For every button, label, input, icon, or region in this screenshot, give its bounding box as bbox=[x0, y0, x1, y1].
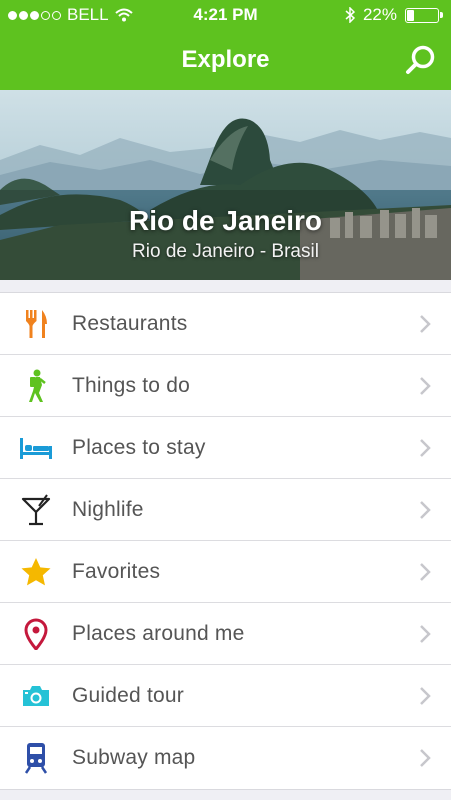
train-icon bbox=[18, 740, 54, 776]
page-title: Explore bbox=[181, 46, 270, 73]
search-icon bbox=[406, 45, 435, 74]
navigation-bar: Explore bbox=[0, 30, 451, 90]
camera-icon bbox=[18, 678, 54, 714]
bed-icon bbox=[18, 430, 54, 466]
menu-label-guided-tour: Guided tour bbox=[72, 684, 184, 707]
menu-label-nightlife: Nighlife bbox=[72, 498, 144, 521]
menu-item-restaurants[interactable]: Restaurants bbox=[0, 293, 451, 355]
city-header-image: Rio de Janeiro Rio de Janeiro - Brasil bbox=[0, 90, 451, 280]
map-pin-icon bbox=[18, 616, 54, 652]
menu-label-subway-map: Subway map bbox=[72, 746, 196, 769]
menu-item-nightlife[interactable]: Nighlife bbox=[0, 479, 451, 541]
status-bar: BELL 4:21 PM 22% bbox=[0, 0, 451, 30]
chevron-right-icon bbox=[420, 439, 431, 457]
menu-label-places-around-me: Places around me bbox=[72, 622, 245, 645]
star-icon bbox=[18, 554, 54, 590]
chevron-right-icon bbox=[420, 501, 431, 519]
menu-label-favorites: Favorites bbox=[72, 560, 161, 583]
cocktail-icon bbox=[18, 492, 54, 528]
explore-menu: Restaurants Things to do Places to stay bbox=[0, 292, 451, 790]
fork-knife-icon bbox=[18, 306, 54, 342]
chevron-right-icon bbox=[420, 563, 431, 581]
city-region: Rio de Janeiro - Brasil bbox=[132, 241, 319, 262]
menu-label-things-to-do: Things to do bbox=[72, 374, 190, 397]
battery-icon bbox=[405, 7, 443, 23]
menu-item-things-to-do[interactable]: Things to do bbox=[0, 355, 451, 417]
chevron-right-icon bbox=[420, 625, 431, 643]
menu-item-guided-tour[interactable]: Guided tour bbox=[0, 665, 451, 727]
city-name: Rio de Janeiro bbox=[129, 205, 322, 236]
chevron-right-icon bbox=[420, 315, 431, 333]
menu-item-places-to-stay[interactable]: Places to stay bbox=[0, 417, 451, 479]
bluetooth-icon bbox=[345, 7, 355, 23]
chevron-right-icon bbox=[420, 749, 431, 767]
menu-item-places-around-me[interactable]: Places around me bbox=[0, 603, 451, 665]
menu-label-restaurants: Restaurants bbox=[72, 312, 188, 335]
search-button[interactable] bbox=[405, 44, 437, 76]
hiker-icon bbox=[18, 368, 54, 404]
chevron-right-icon bbox=[420, 377, 431, 395]
menu-item-favorites[interactable]: Favorites bbox=[0, 541, 451, 603]
menu-label-places-to-stay: Places to stay bbox=[72, 436, 206, 459]
chevron-right-icon bbox=[420, 687, 431, 705]
menu-item-subway-map[interactable]: Subway map bbox=[0, 727, 451, 789]
battery-percent: 22% bbox=[362, 5, 397, 24]
